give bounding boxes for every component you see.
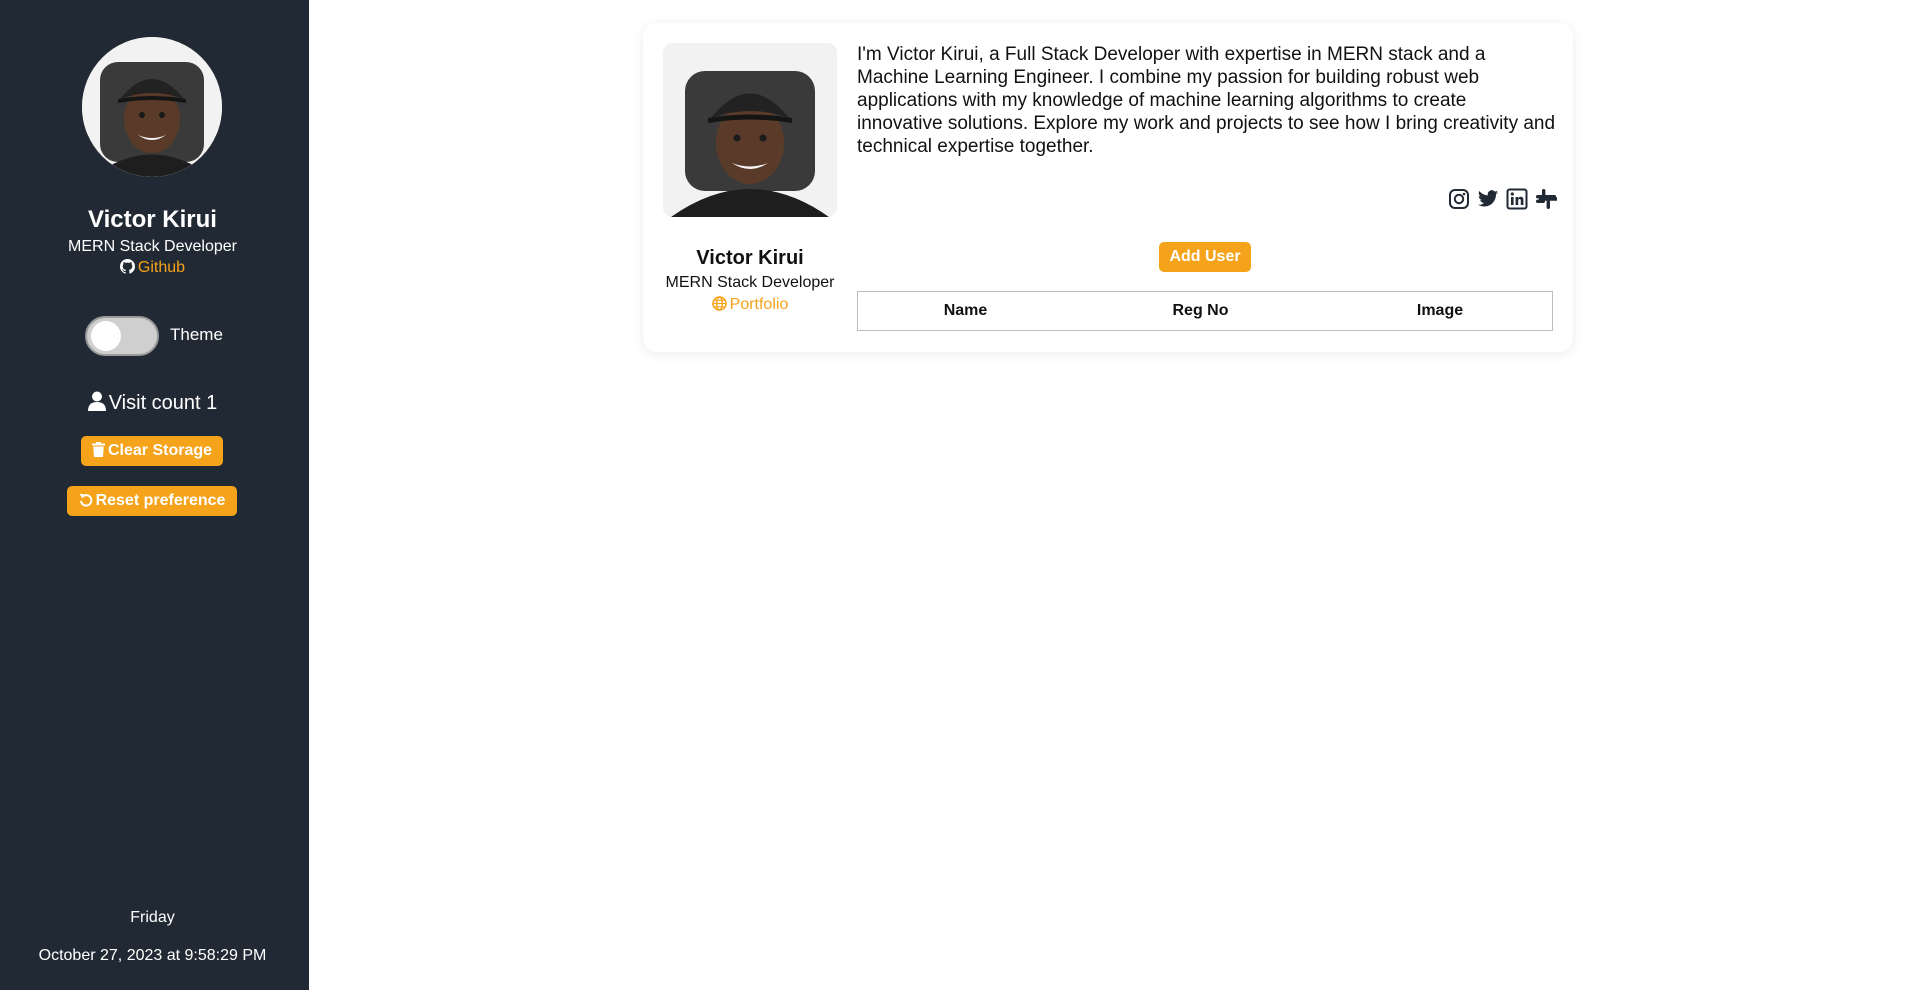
linkedin-icon[interactable] <box>1506 188 1528 210</box>
avatar-photo <box>82 37 222 177</box>
twitter-icon[interactable] <box>1477 188 1499 210</box>
profile-photo-image <box>663 43 837 217</box>
sidebar-name: Victor Kirui <box>88 206 217 233</box>
social-links <box>1448 188 1557 210</box>
current-day: Friday <box>130 909 175 926</box>
instagram-icon[interactable] <box>1448 188 1470 210</box>
theme-label: Theme <box>170 325 223 344</box>
trash-icon <box>91 442 105 457</box>
clear-storage-label: Clear Storage <box>107 442 213 459</box>
add-user-button[interactable]: Add User <box>1159 242 1251 272</box>
reset-preference-button[interactable]: Reset preference <box>67 486 237 516</box>
github-icon <box>119 259 135 274</box>
github-link[interactable]: Github <box>138 259 185 276</box>
undo-icon <box>79 493 92 507</box>
theme-toggle[interactable] <box>85 316 159 356</box>
visit-count-text: Visit count 1 <box>108 392 218 414</box>
theme-toggle-knob <box>91 321 121 351</box>
sidebar-role: MERN Stack Developer <box>68 238 237 255</box>
card-role: MERN Stack Developer <box>665 274 835 291</box>
column-header-name: Name <box>943 302 988 319</box>
reset-preference-label: Reset preference <box>95 492 226 509</box>
column-header-image: Image <box>1416 302 1464 319</box>
slack-icon[interactable] <box>1535 188 1557 210</box>
portfolio-link[interactable]: Portfolio <box>730 296 789 313</box>
current-datetime: October 27, 2023 at 9:58:29 PM <box>38 947 267 964</box>
profile-card: I'm Victor Kirui, a Full Stack Developer… <box>643 23 1573 352</box>
table-header-row: Name Reg No Image <box>858 292 1553 331</box>
users-table: Name Reg No Image <box>857 291 1553 331</box>
sidebar: Victor Kirui MERN Stack Developer Github… <box>0 0 309 990</box>
profile-photo <box>663 43 837 217</box>
profile-avatar <box>82 37 222 177</box>
card-name: Victor Kirui <box>696 247 804 269</box>
portfolio-link-row: Portfolio <box>643 296 857 314</box>
user-icon <box>87 391 106 411</box>
column-header-reg-no: Reg No <box>1172 302 1229 319</box>
bio-text: I'm Victor Kirui, a Full Stack Developer… <box>857 44 1556 157</box>
globe-icon <box>711 296 727 311</box>
clear-storage-button[interactable]: Clear Storage <box>81 436 223 466</box>
visit-count: Visit count 1 <box>0 391 305 415</box>
github-link-row: Github <box>0 259 305 277</box>
